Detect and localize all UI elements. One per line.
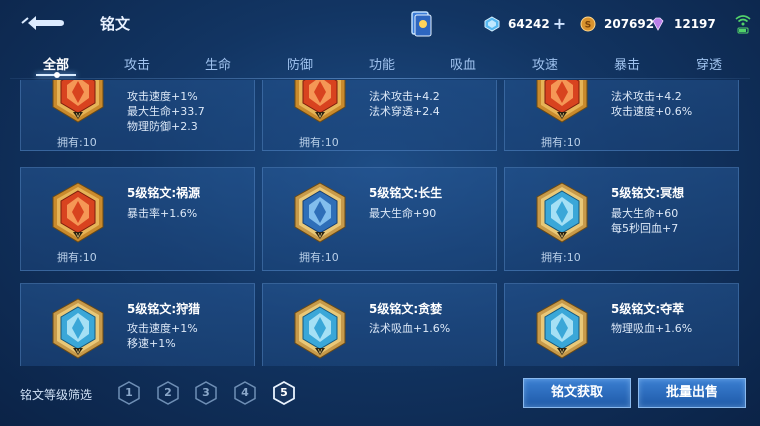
inscription-name: 5级铭文:祸源 (127, 186, 201, 200)
card-icon[interactable] (410, 10, 432, 38)
inscription-grid: V 攻击速度+1% 最大生命+33.7 物理防御+2.3 拥有:10 V 法术攻… (0, 80, 760, 366)
inscription-attr: 法术攻击+4.2 (611, 90, 682, 103)
gem-icon (652, 17, 664, 31)
owned-count: 拥有:10 (299, 251, 339, 264)
tab-all[interactable]: 全部 (43, 54, 69, 73)
inscription-card[interactable]: V 5级铭文:长生 最大生命+90 拥有:10 (262, 167, 497, 271)
page-title: 铭文 (100, 15, 131, 33)
bulk-sell-button[interactable]: 批量出售 (638, 378, 746, 408)
inscription-card[interactable]: V 5级铭文:冥想 最大生命+60 每5秒回血+7 拥有:10 (504, 167, 739, 271)
owned-count: 拥有:10 (57, 251, 97, 264)
inscription-attr: 法术穿透+2.4 (369, 105, 440, 118)
inscription-attr: 最大生命+90 (369, 207, 437, 220)
inscription-name: 5级铭文:贪婪 (369, 302, 443, 316)
tab-utility[interactable]: 功能 (369, 54, 395, 73)
level-filter-2[interactable]: 2 (157, 381, 179, 405)
inscription-attr: 移速+1% (127, 337, 176, 350)
tab-defense[interactable]: 防御 (287, 54, 313, 73)
inscription-name: 5级铭文:狩猎 (127, 302, 201, 316)
bottom-bar: 铭文等级筛选 1 2 3 4 5 铭文获取 批量出售 (0, 366, 760, 426)
add-diamond-button[interactable]: + (553, 16, 566, 32)
owned-count: 拥有:10 (541, 136, 581, 149)
tab-lifesteal[interactable]: 吸血 (450, 54, 476, 73)
diamond-resource: 64242 + (484, 14, 566, 34)
level-filter-number: 1 (125, 386, 133, 399)
inscription-cyan-icon: V (294, 298, 346, 359)
level-filter-number: 4 (241, 386, 249, 399)
inscription-red-icon: V (294, 80, 346, 123)
inscription-attr: 攻击速度+0.6% (611, 105, 693, 118)
tab-health[interactable]: 生命 (205, 54, 231, 73)
level-filter-number: 3 (202, 386, 210, 399)
gem-resource: 12197 (650, 14, 716, 34)
level-filter-5[interactable]: 5 (273, 380, 295, 406)
owned-count: 拥有:10 (541, 251, 581, 264)
inscription-card[interactable]: V 法术攻击+4.2 攻击速度+0.6% 拥有:10 (504, 80, 739, 151)
inscription-attr: 法术吸血+1.6% (369, 322, 451, 335)
inscription-attr: 攻击速度+1% (127, 90, 198, 103)
inscription-card[interactable]: V 5级铭文:祸源 暴击率+1.6% 拥有:10 (20, 167, 255, 271)
inscription-attr: 物理防御+2.3 (127, 120, 198, 133)
inscription-name: 5级铭文:冥想 (611, 186, 685, 200)
level-filter-3[interactable]: 3 (195, 381, 217, 405)
level-filter-4[interactable]: 4 (234, 381, 256, 405)
inscription-card[interactable]: V 攻击速度+1% 最大生命+33.7 物理防御+2.3 拥有:10 (20, 80, 255, 151)
inscription-cyan-icon: V (536, 182, 588, 243)
tab-attack-speed[interactable]: 攻速 (532, 54, 558, 73)
inscription-attr: 法术攻击+4.2 (369, 90, 440, 103)
inscription-red-icon: V (536, 80, 588, 123)
inscription-attr: 攻击速度+1% (127, 322, 198, 335)
level-filter-1[interactable]: 1 (118, 381, 140, 405)
inscription-attr: 每5秒回血+7 (611, 222, 679, 235)
inscription-name: 5级铭文:长生 (369, 186, 443, 200)
coin-icon: S (580, 16, 596, 32)
coupon-resource: S 207692 (580, 14, 654, 34)
obtain-inscription-button[interactable]: 铭文获取 (523, 378, 631, 408)
inscription-attr: 暴击率+1.6% (127, 207, 198, 220)
inscription-card[interactable]: V 5级铭文:夺萃 物理吸血+1.6% (504, 283, 739, 366)
inscription-attr: 最大生命+33.7 (127, 105, 205, 118)
diamond-count: 64242 (508, 17, 550, 31)
svg-text:S: S (585, 21, 591, 31)
back-arrow-icon[interactable] (18, 12, 66, 34)
level-filter-number: 5 (280, 386, 288, 399)
tab-penetration[interactable]: 穿透 (696, 54, 722, 73)
tab-crit[interactable]: 暴击 (614, 54, 640, 73)
inscription-blue-icon: V (294, 182, 346, 243)
diamond-icon (484, 16, 500, 32)
inscription-attr: 物理吸血+1.6% (611, 322, 693, 335)
coupon-count: 207692 (604, 17, 655, 31)
level-filter-number: 2 (164, 386, 172, 399)
inscription-red-icon: V (52, 182, 104, 243)
inscription-card[interactable]: V 5级铭文:贪婪 法术吸血+1.6% (262, 283, 497, 366)
top-bar: 铭文 64242 + S 207692 12197 (0, 0, 760, 50)
category-tabs: 全部 攻击 生命 防御 功能 吸血 攻速 暴击 穿透 (0, 48, 760, 78)
inscription-cyan-icon: V (52, 298, 104, 359)
inscription-card[interactable]: V 法术攻击+4.2 法术穿透+2.4 拥有:10 (262, 80, 497, 151)
wifi-icon (735, 15, 751, 34)
inscription-name: 5级铭文:夺萃 (611, 302, 685, 316)
inscription-card[interactable]: V 5级铭文:狩猎 攻击速度+1% 移速+1% (20, 283, 255, 366)
tab-divider (10, 78, 750, 79)
owned-count: 拥有:10 (299, 136, 339, 149)
inscription-attr: 最大生命+60 (611, 207, 679, 220)
tab-attack[interactable]: 攻击 (124, 54, 150, 73)
inscription-cyan-icon: V (536, 298, 588, 359)
level-filter-label: 铭文等级筛选 (20, 388, 93, 402)
gem-count: 12197 (674, 17, 716, 31)
inscription-red-icon: V (52, 80, 104, 123)
owned-count: 拥有:10 (57, 136, 97, 149)
